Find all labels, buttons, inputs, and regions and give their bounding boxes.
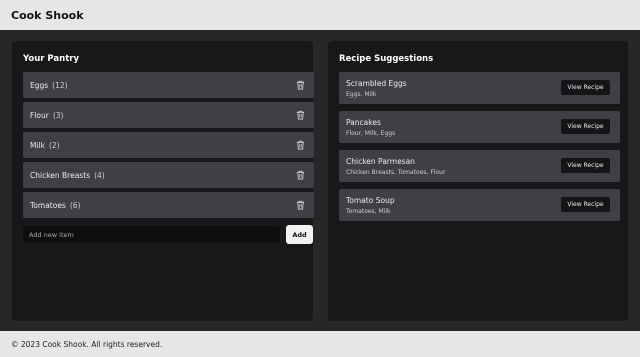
add-item-button[interactable]: Add: [286, 225, 313, 244]
recipe-ingredients: Flour, Milk, Eggs: [346, 130, 396, 137]
recipe-list: Scrambled Eggs Eggs, Milk View Recipe Panca…: [339, 72, 620, 228]
app-header: Cook Shook: [0, 0, 640, 30]
trash-icon[interactable]: [296, 200, 305, 210]
view-recipe-button[interactable]: View Recipe: [561, 119, 610, 134]
recipe-card: Scrambled Eggs Eggs, Milk View Recipe: [339, 72, 620, 104]
view-recipe-button[interactable]: View Recipe: [561, 80, 610, 95]
recipe-name: Tomato Soup: [346, 196, 395, 205]
recipe-ingredients: Eggs, Milk: [346, 91, 377, 98]
recipe-card: Chicken Parmesan Chicken Breasts, Tomatoe…: [339, 150, 620, 182]
add-item-row: Add: [23, 225, 314, 244]
pantry-item-quantity: (12): [52, 80, 68, 90]
recipe-name: Scrambled Eggs: [346, 79, 407, 88]
pantry-item-name: Eggs: [30, 80, 49, 90]
pantry-item-quantity: (4): [94, 170, 105, 180]
pantry-list: Eggs (12) Flour (3) Milk (2) Chicken Breasts (4…: [23, 72, 314, 222]
pantry-item-name: Flour: [30, 110, 49, 120]
trash-icon[interactable]: [296, 140, 305, 150]
footer-text: © 2023 Cook Shook. All rights reserved.: [11, 339, 163, 349]
app-title: Cook Shook: [11, 8, 84, 22]
recipe-card: Pancakes Flour, Milk, Eggs View Recipe: [339, 111, 620, 143]
pantry-item-quantity: (3): [52, 110, 64, 120]
pantry-item: Flour (3): [23, 102, 314, 128]
recipe-ingredients: Tomatoes, Milk: [346, 208, 391, 215]
pantry-item-name: Tomatoes: [30, 200, 66, 210]
recipe-card: Tomato Soup Tomatoes, Milk View Recipe: [339, 189, 620, 221]
pantry-item: Milk (2): [23, 132, 314, 158]
trash-icon[interactable]: [296, 170, 305, 180]
pantry-item: Eggs (12): [23, 72, 314, 98]
add-item-input[interactable]: [23, 226, 280, 243]
recipes-panel: Recipe Suggestions Scrambled Eggs Eggs, M…: [328, 41, 628, 321]
view-recipe-button[interactable]: View Recipe: [561, 158, 610, 173]
recipe-name: Chicken Parmesan: [346, 157, 415, 166]
recipe-name: Pancakes: [346, 118, 381, 127]
recipes-title: Recipe Suggestions: [339, 54, 434, 64]
app-footer: © 2023 Cook Shook. All rights reserved.: [0, 331, 640, 357]
pantry-item-name: Milk: [30, 140, 45, 150]
pantry-panel: Your Pantry Eggs (12) Flour (3) Milk (2) Chick…: [12, 41, 314, 321]
pantry-item-name: Chicken Breasts: [30, 170, 91, 180]
pantry-item: Tomatoes (6): [23, 192, 314, 218]
recipe-ingredients: Chicken Breasts, Tomatoes, Flour: [346, 169, 446, 176]
pantry-item-quantity: (6): [69, 200, 81, 210]
pantry-item: Chicken Breasts (4): [23, 162, 314, 188]
view-recipe-button[interactable]: View Recipe: [561, 197, 610, 212]
pantry-title: Your Pantry: [23, 54, 80, 64]
pantry-item-quantity: (2): [48, 140, 60, 150]
trash-icon[interactable]: [296, 80, 305, 90]
trash-icon[interactable]: [296, 110, 305, 120]
